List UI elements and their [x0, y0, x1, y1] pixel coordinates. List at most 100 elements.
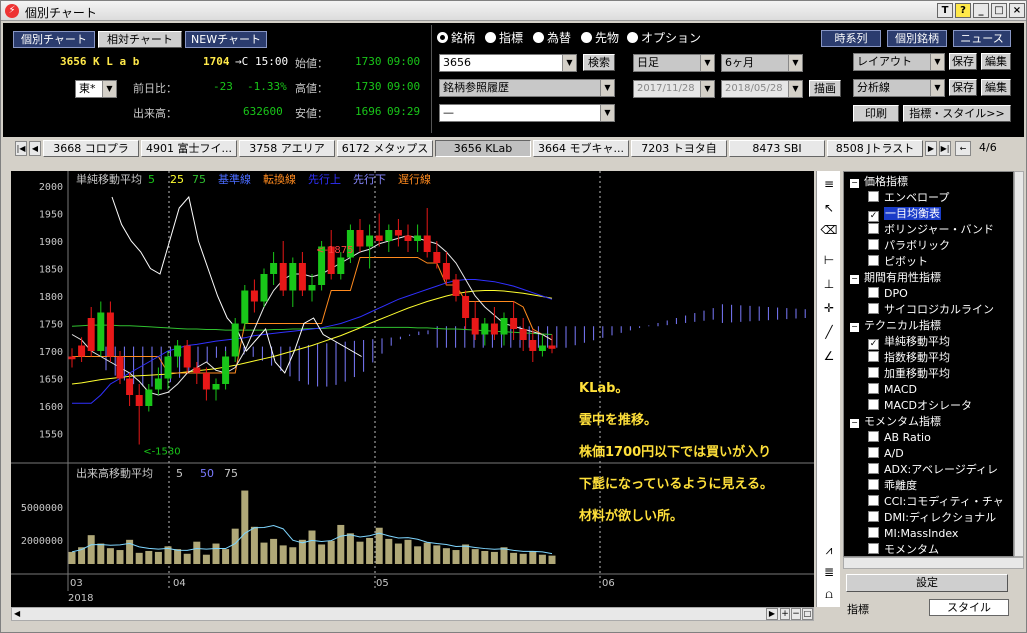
- indicator-checkbox[interactable]: [868, 255, 879, 266]
- settings-button[interactable]: 設定: [846, 574, 1008, 592]
- indicator-item[interactable]: MI:MassIndex: [868, 526, 958, 542]
- zoom-out-icon[interactable]: −: [791, 608, 801, 620]
- indicator-checkbox[interactable]: [868, 479, 879, 490]
- date-to-input[interactable]: 2018/05/28 ▼: [721, 80, 803, 98]
- next-tab-icon[interactable]: ▶: [925, 141, 937, 156]
- indicator-group[interactable]: − 期間有用性指標: [850, 270, 941, 286]
- indicator-checkbox[interactable]: [868, 223, 879, 234]
- stock-tab[interactable]: 3668 コロプラ: [43, 140, 139, 157]
- analysis-edit-button[interactable]: 編集: [981, 79, 1011, 96]
- back-arrow-icon[interactable]: ←: [955, 141, 971, 156]
- indicator-item[interactable]: DMI:ディレクショナル: [868, 510, 996, 526]
- indicator-checkbox[interactable]: [868, 303, 879, 314]
- indicator-item[interactable]: CCI:コモディティ・チャ: [868, 494, 1004, 510]
- range-select[interactable]: 6ヶ月 ▼: [721, 54, 803, 72]
- indicator-checkbox[interactable]: ✓: [868, 211, 879, 222]
- indicator-checkbox[interactable]: [868, 383, 879, 394]
- print-button[interactable]: 印刷: [853, 105, 899, 122]
- angle-icon[interactable]: ∠: [820, 347, 838, 365]
- indicator-checkbox[interactable]: [868, 447, 879, 458]
- indicator-scrollbar[interactable]: [1014, 171, 1024, 557]
- indicator-checkbox[interactable]: [868, 511, 879, 522]
- zoom-in-icon[interactable]: +: [780, 608, 790, 620]
- indicator-hscrollbar[interactable]: [843, 557, 1024, 569]
- indicator-item[interactable]: A/D: [868, 446, 904, 462]
- stock-tab[interactable]: 3758 アエリア: [239, 140, 335, 157]
- indicator-checkbox[interactable]: [868, 495, 879, 506]
- tab-individual-chart[interactable]: 個別チャート: [13, 31, 95, 48]
- minimize-button[interactable]: _: [973, 3, 989, 18]
- indicator-style-button[interactable]: 指標・スタイル>>: [903, 105, 1011, 122]
- trendline-icon[interactable]: ╱: [820, 323, 838, 341]
- indicator-item[interactable]: 指数移動平均: [868, 350, 950, 366]
- indicator-group[interactable]: − モメンタム指標: [850, 414, 941, 430]
- fibonacci-icon[interactable]: ⩘: [820, 541, 838, 559]
- help-button[interactable]: ?: [955, 3, 971, 18]
- maximize-button[interactable]: □: [991, 3, 1007, 18]
- cursor-icon[interactable]: ↖: [820, 199, 838, 217]
- prev-tab-icon[interactable]: ◀: [29, 141, 41, 156]
- tab-relative-chart[interactable]: 相対チャート: [98, 31, 182, 48]
- radio-index[interactable]: 指標: [485, 29, 523, 46]
- stock-tab[interactable]: 7203 トヨタ自: [631, 140, 727, 157]
- layout-save-button[interactable]: 保存: [949, 53, 977, 70]
- indicator-item[interactable]: ADX:アベレージディレ: [868, 462, 998, 478]
- period-select[interactable]: 日足 ▼: [633, 54, 715, 72]
- history-select[interactable]: 銘柄参照履歴 ▼: [439, 79, 615, 97]
- vertical-line-icon[interactable]: ⊥: [820, 275, 838, 293]
- indicator-checkbox[interactable]: [868, 399, 879, 410]
- market-select[interactable]: 東* ▼: [75, 80, 117, 98]
- first-tab-icon[interactable]: |◀: [15, 141, 27, 156]
- tab-style[interactable]: スタイル: [929, 599, 1009, 616]
- indicator-item[interactable]: MACDオシレータ: [868, 398, 972, 414]
- indicator-checkbox[interactable]: [868, 191, 879, 202]
- retracement-icon[interactable]: ≣: [820, 563, 838, 581]
- stock-tab[interactable]: 8473 SBI: [729, 140, 825, 157]
- collapse-icon[interactable]: −: [850, 179, 859, 188]
- collapse-icon[interactable]: −: [850, 275, 859, 284]
- indicator-group[interactable]: − テクニカル指標: [850, 318, 941, 334]
- indicator-item[interactable]: サイコロジカルライン: [868, 302, 994, 318]
- tab-individual-stock[interactable]: 個別銘柄: [887, 30, 947, 47]
- eraser-icon[interactable]: ⌫: [820, 221, 838, 239]
- tab-indicator[interactable]: 指標: [847, 601, 869, 617]
- analysis-select[interactable]: 分析線 ▼: [853, 79, 945, 97]
- indicator-checkbox[interactable]: [868, 463, 879, 474]
- indicator-checkbox[interactable]: [868, 431, 879, 442]
- last-tab-icon[interactable]: ▶|: [939, 141, 951, 156]
- indicator-checkbox[interactable]: [868, 367, 879, 378]
- search-button[interactable]: 検索: [583, 54, 615, 71]
- indicator-item[interactable]: MACD: [868, 382, 917, 398]
- draw-button[interactable]: 描画: [809, 80, 841, 97]
- stock-tab[interactable]: 4901 富士フイ...: [141, 140, 237, 157]
- symbol-input[interactable]: 3656 ▼: [439, 54, 577, 72]
- indicator-item[interactable]: ピボット: [868, 254, 928, 270]
- indicator-item[interactable]: ✓ 一目均衡表: [868, 206, 941, 222]
- layout-select[interactable]: レイアウト ▼: [853, 53, 945, 71]
- radio-fx[interactable]: 為替: [533, 29, 571, 46]
- stock-tab-active[interactable]: 3656 KLab: [435, 140, 531, 157]
- indicator-item[interactable]: パラボリック: [868, 238, 950, 254]
- indicator-item[interactable]: 乖離度: [868, 478, 917, 494]
- indicator-item[interactable]: エンベロープ: [868, 190, 949, 206]
- scroll-right-icon[interactable]: ▶: [766, 608, 778, 620]
- collapse-icon[interactable]: −: [850, 323, 859, 332]
- indicator-checkbox[interactable]: ✓: [868, 339, 879, 350]
- zoom-reset-icon[interactable]: □: [802, 608, 813, 620]
- menu-icon[interactable]: ≡: [820, 175, 838, 193]
- radio-futures[interactable]: 先物: [581, 29, 619, 46]
- date-from-input[interactable]: 2017/11/28 ▼: [633, 80, 715, 98]
- close-button[interactable]: ×: [1009, 3, 1025, 18]
- secondary-select[interactable]: — ▼: [439, 104, 615, 122]
- indicator-group[interactable]: − 価格指標: [850, 174, 908, 190]
- layout-edit-button[interactable]: 編集: [981, 53, 1011, 70]
- stock-tab[interactable]: 3664 モブキャ...: [533, 140, 629, 157]
- radio-option[interactable]: オプション: [627, 29, 701, 46]
- tab-news[interactable]: ニュース: [953, 30, 1011, 47]
- indicator-item[interactable]: モメンタム: [868, 542, 939, 556]
- indicator-item[interactable]: AB Ratio: [868, 430, 931, 446]
- stock-tab[interactable]: 6172 メタップス: [337, 140, 433, 157]
- price-chart[interactable]: 2000 1950 1900 1850 1800 1750 1700 1650 1600 1550…: [11, 171, 814, 607]
- indicator-item[interactable]: ボリンジャー・バンド: [868, 222, 994, 238]
- horizontal-line-icon[interactable]: ⊢: [820, 251, 838, 269]
